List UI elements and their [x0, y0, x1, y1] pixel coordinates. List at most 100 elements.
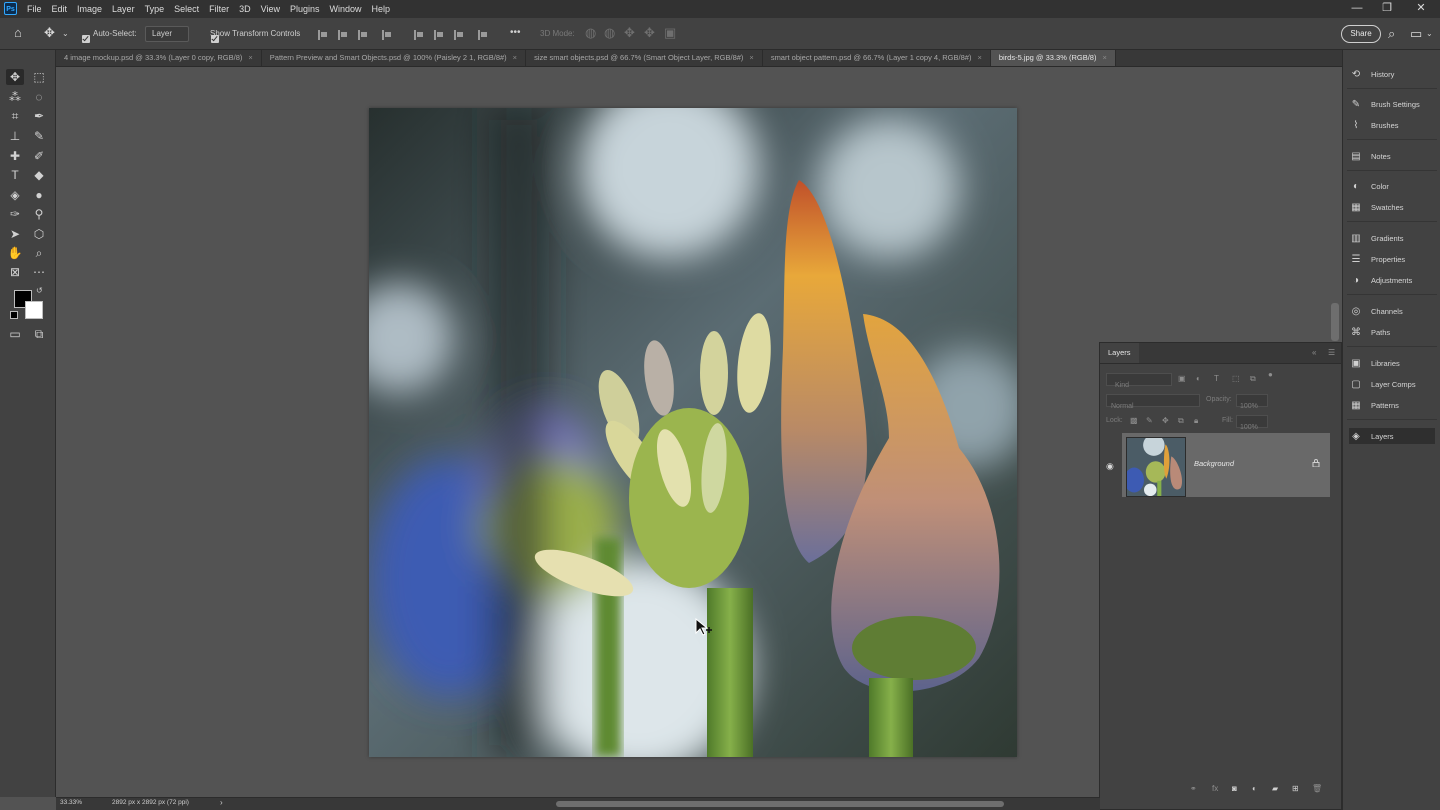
new-layer-icon[interactable]: ⊞ — [1292, 784, 1299, 793]
menu-edit[interactable]: Edit — [47, 0, 73, 18]
panel-notes[interactable]: ▤ Notes — [1349, 148, 1435, 164]
filter-adjustment-icon[interactable]: ◐ — [1196, 374, 1201, 383]
more-tools-icon[interactable]: ⋯ — [30, 264, 48, 280]
status-menu-arrow-icon[interactable]: › — [220, 798, 223, 807]
tab-size-smart-objects[interactable]: size smart objects.psd @ 66.7% (Smart Ob… — [526, 50, 763, 66]
menu-select[interactable]: Select — [169, 0, 204, 18]
tab-pattern-preview[interactable]: Pattern Preview and Smart Objects.psd @ … — [262, 50, 527, 66]
paint-bucket-tool-icon[interactable]: ◈ — [6, 187, 24, 203]
workspace-icon[interactable]: ▭ — [1410, 26, 1422, 42]
frame-tool-icon[interactable]: ⊠ — [6, 264, 24, 280]
panel-history[interactable]: ⟲ History — [1349, 66, 1435, 82]
close-window-button[interactable]: ✕ — [1404, 0, 1438, 18]
vertical-scrollbar[interactable] — [1331, 303, 1339, 341]
brush-tool-icon[interactable]: ✎ — [30, 128, 48, 144]
layer-filter-select[interactable]: Kind — [1106, 373, 1172, 389]
panel-adjustments[interactable]: ◑ Adjustments — [1349, 272, 1435, 288]
zoom-level[interactable]: 33.33% — [60, 799, 82, 806]
panel-libraries[interactable]: ▣ Libraries — [1349, 355, 1435, 371]
filter-shape-icon[interactable]: ⬚ — [1232, 374, 1240, 383]
align-center-icon[interactable] — [338, 30, 348, 40]
align-more-icon[interactable] — [382, 30, 392, 40]
new-group-icon[interactable]: ▰ — [1272, 784, 1278, 793]
quick-mask-icon[interactable]: ▭ — [6, 326, 24, 342]
menu-help[interactable]: Help — [367, 0, 396, 18]
more-options-button[interactable]: ••• — [510, 27, 521, 38]
filter-pixel-icon[interactable]: ▣ — [1178, 374, 1186, 383]
distribute-icon[interactable] — [478, 30, 488, 40]
align-middle-icon[interactable] — [434, 30, 444, 40]
swap-colors-icon[interactable]: ↺ — [36, 286, 43, 295]
horizontal-scrollbar[interactable] — [556, 801, 1004, 807]
menu-filter[interactable]: Filter — [204, 0, 234, 18]
search-icon[interactable]: ⌕ — [1388, 26, 1395, 42]
path-selection-tool-icon[interactable]: ➤ — [6, 226, 24, 242]
panel-menu-icon[interactable]: ☰ — [1328, 348, 1335, 357]
align-right-icon[interactable] — [358, 30, 368, 40]
panel-paths[interactable]: ⌘ Paths — [1349, 324, 1435, 340]
tab-birds-5[interactable]: birds-5.jpg @ 33.3% (RGB/8) × — [990, 50, 1116, 66]
3d-scale-icon[interactable]: ▣ — [664, 25, 676, 41]
3d-orbit-icon[interactable]: ◍ — [585, 25, 596, 41]
layer-name[interactable]: Background — [1194, 459, 1234, 468]
delete-layer-icon[interactable]: 🗑︎ — [1312, 784, 1322, 793]
restore-button[interactable]: ❐ — [1370, 0, 1404, 18]
shape-tool-icon[interactable]: ⬡ — [30, 226, 48, 242]
home-icon[interactable]: ⌂ — [14, 25, 22, 40]
healing-tool-icon[interactable]: ✚ — [6, 148, 24, 164]
tab-close-icon[interactable]: × — [1102, 53, 1106, 62]
tab-close-icon[interactable]: × — [749, 53, 753, 62]
align-bottom-icon[interactable] — [454, 30, 464, 40]
tab-smart-object-pattern[interactable]: smart object pattern.psd @ 66.7% (Layer … — [763, 50, 991, 66]
fill-input[interactable]: 100% — [1236, 415, 1268, 431]
workspace-dropdown-icon[interactable]: ⌄ — [1426, 29, 1433, 38]
tab-layers[interactable]: Layers — [1100, 343, 1139, 363]
auto-select-checkbox[interactable] — [82, 35, 90, 43]
magic-wand-tool-icon[interactable]: ⁂ — [6, 89, 24, 105]
dodge-tool-icon[interactable]: ⚲ — [30, 206, 48, 222]
lock-transparent-icon[interactable]: ▩ — [1130, 416, 1138, 425]
layer-lock-icon[interactable] — [1312, 459, 1320, 467]
lock-image-icon[interactable]: ✎ — [1146, 416, 1153, 425]
panel-color[interactable]: ◐ Color — [1349, 178, 1435, 194]
3d-roll-icon[interactable]: ◍ — [604, 25, 615, 41]
minimize-button[interactable]: — — [1340, 0, 1374, 18]
collapse-icon[interactable]: « — [1312, 348, 1316, 357]
lock-artboard-icon[interactable]: ⧉ — [1178, 416, 1184, 426]
eraser-tool-icon[interactable]: ◆ — [30, 167, 48, 183]
share-button[interactable]: Share — [1341, 25, 1381, 43]
type-tool-icon[interactable]: T — [6, 167, 24, 183]
panel-patterns[interactable]: ▦ Patterns — [1349, 397, 1435, 413]
zoom-tool-icon[interactable]: ⌕ — [30, 245, 48, 261]
panel-gradients[interactable]: ▥ Gradients — [1349, 230, 1435, 246]
filter-type-icon[interactable]: T — [1214, 374, 1219, 383]
canvas-image[interactable] — [369, 108, 1017, 757]
background-color-swatch[interactable] — [25, 301, 43, 319]
opacity-input[interactable]: 100% — [1236, 394, 1268, 410]
tab-close-icon[interactable]: × — [248, 53, 252, 62]
tab-close-icon[interactable]: × — [977, 53, 981, 62]
panel-brush-settings[interactable]: ✎ Brush Settings — [1349, 96, 1435, 112]
history-brush-tool-icon[interactable]: ✐ — [30, 148, 48, 164]
link-layers-icon[interactable]: ⚭ — [1190, 784, 1197, 793]
3d-pan-icon[interactable]: ✥ — [624, 25, 635, 41]
visibility-eye-icon[interactable]: ◉ — [1106, 461, 1114, 472]
menu-view[interactable]: View — [256, 0, 285, 18]
default-colors-icon[interactable] — [10, 311, 18, 319]
align-left-icon[interactable] — [318, 30, 328, 40]
tab-close-icon[interactable]: × — [513, 53, 517, 62]
layer-style-icon[interactable]: fx — [1212, 784, 1218, 793]
3d-slide-icon[interactable]: ✥ — [644, 25, 655, 41]
blur-tool-icon[interactable]: ● — [30, 187, 48, 203]
menu-file[interactable]: File — [22, 0, 47, 18]
panel-swatches[interactable]: ▦ Swatches — [1349, 199, 1435, 215]
move-tool-dropdown-icon[interactable]: ⌄ — [62, 29, 69, 38]
panel-channels[interactable]: ◎ Channels — [1349, 303, 1435, 319]
filter-toggle-icon[interactable]: ● — [1268, 370, 1273, 379]
move-tool-icon[interactable]: ✥ — [44, 25, 55, 41]
tab-4-image-mockup[interactable]: 4 image mockup.psd @ 33.3% (Layer 0 copy… — [56, 50, 262, 66]
crop-tool-icon[interactable]: ⌗ — [6, 108, 24, 124]
lock-all-icon[interactable]: 🔒︎ — [1194, 416, 1198, 426]
panel-layers[interactable]: ◈ Layers — [1349, 428, 1435, 444]
marquee-tool-icon[interactable]: ⬚ — [30, 69, 48, 85]
